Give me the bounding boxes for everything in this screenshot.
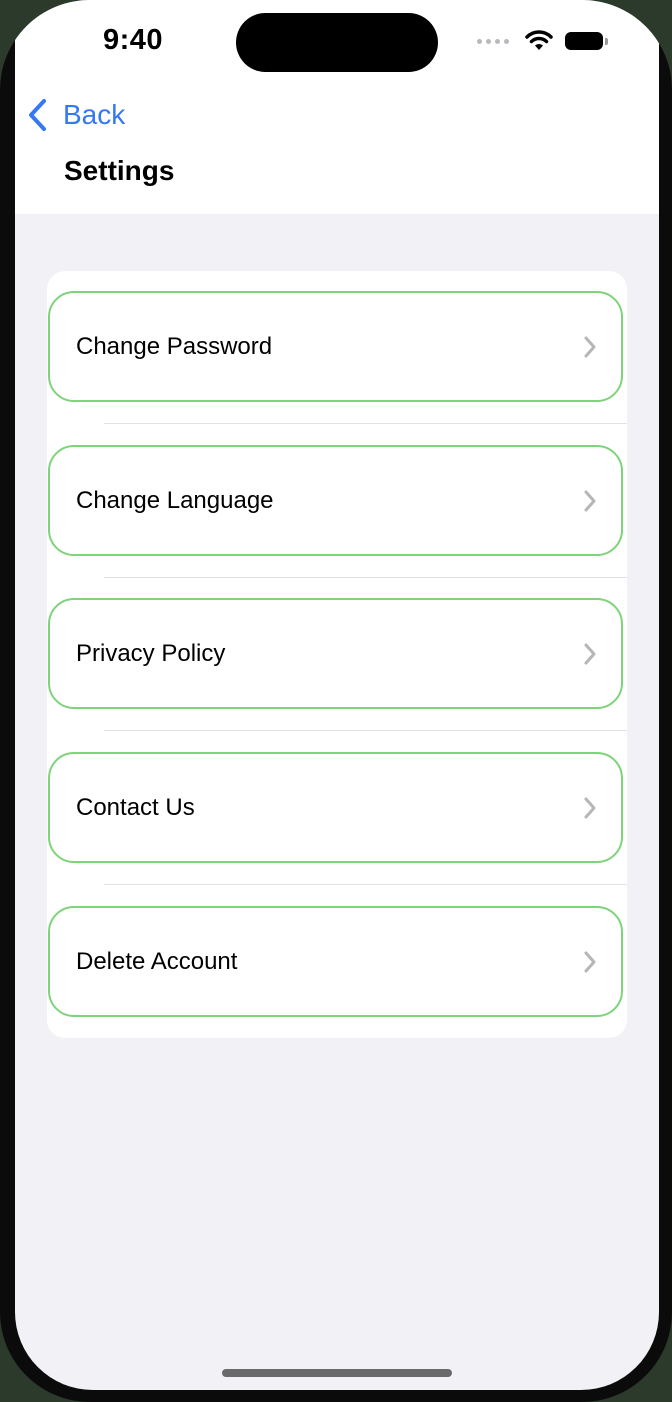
row-label: Change Password — [76, 332, 273, 360]
wifi-icon — [525, 30, 553, 50]
chevron-left-icon — [29, 99, 46, 131]
back-label: Back — [63, 99, 126, 130]
settings-list: Change Password Change Language Privacy … — [47, 271, 627, 1038]
back-button[interactable]: Back — [27, 98, 125, 132]
device-frame: 9:40 Back Settings Change Password Chang… — [0, 0, 672, 1402]
row-label: Change Language — [76, 486, 274, 514]
chevron-right-icon — [584, 490, 596, 511]
row-label: Contact Us — [76, 793, 195, 821]
row-divider — [104, 884, 627, 885]
status-indicators — [477, 30, 608, 52]
chevron-right-icon — [584, 336, 596, 357]
status-time: 9:40 — [103, 24, 164, 56]
dynamic-island — [236, 13, 438, 72]
row-divider — [104, 730, 627, 731]
privacy-policy-row[interactable]: Privacy Policy — [48, 598, 623, 709]
chevron-right-icon — [584, 951, 596, 972]
home-indicator[interactable] — [222, 1369, 452, 1377]
row-divider — [104, 423, 627, 424]
row-divider — [104, 577, 627, 578]
change-password-row[interactable]: Change Password — [48, 291, 623, 402]
navigation-header: 9:40 Back Settings — [15, 0, 659, 214]
chevron-right-icon — [584, 643, 596, 664]
chevron-right-icon — [584, 797, 596, 818]
screen: 9:40 Back Settings Change Password Chang… — [15, 0, 659, 1390]
cellular-signal-icon — [477, 38, 509, 44]
row-label: Delete Account — [76, 947, 238, 975]
row-label: Privacy Policy — [76, 639, 226, 667]
page-title: Settings — [64, 155, 175, 186]
contact-us-row[interactable]: Contact Us — [48, 752, 623, 863]
battery-icon — [565, 32, 608, 50]
change-language-row[interactable]: Change Language — [48, 445, 623, 556]
delete-account-row[interactable]: Delete Account — [48, 906, 623, 1017]
